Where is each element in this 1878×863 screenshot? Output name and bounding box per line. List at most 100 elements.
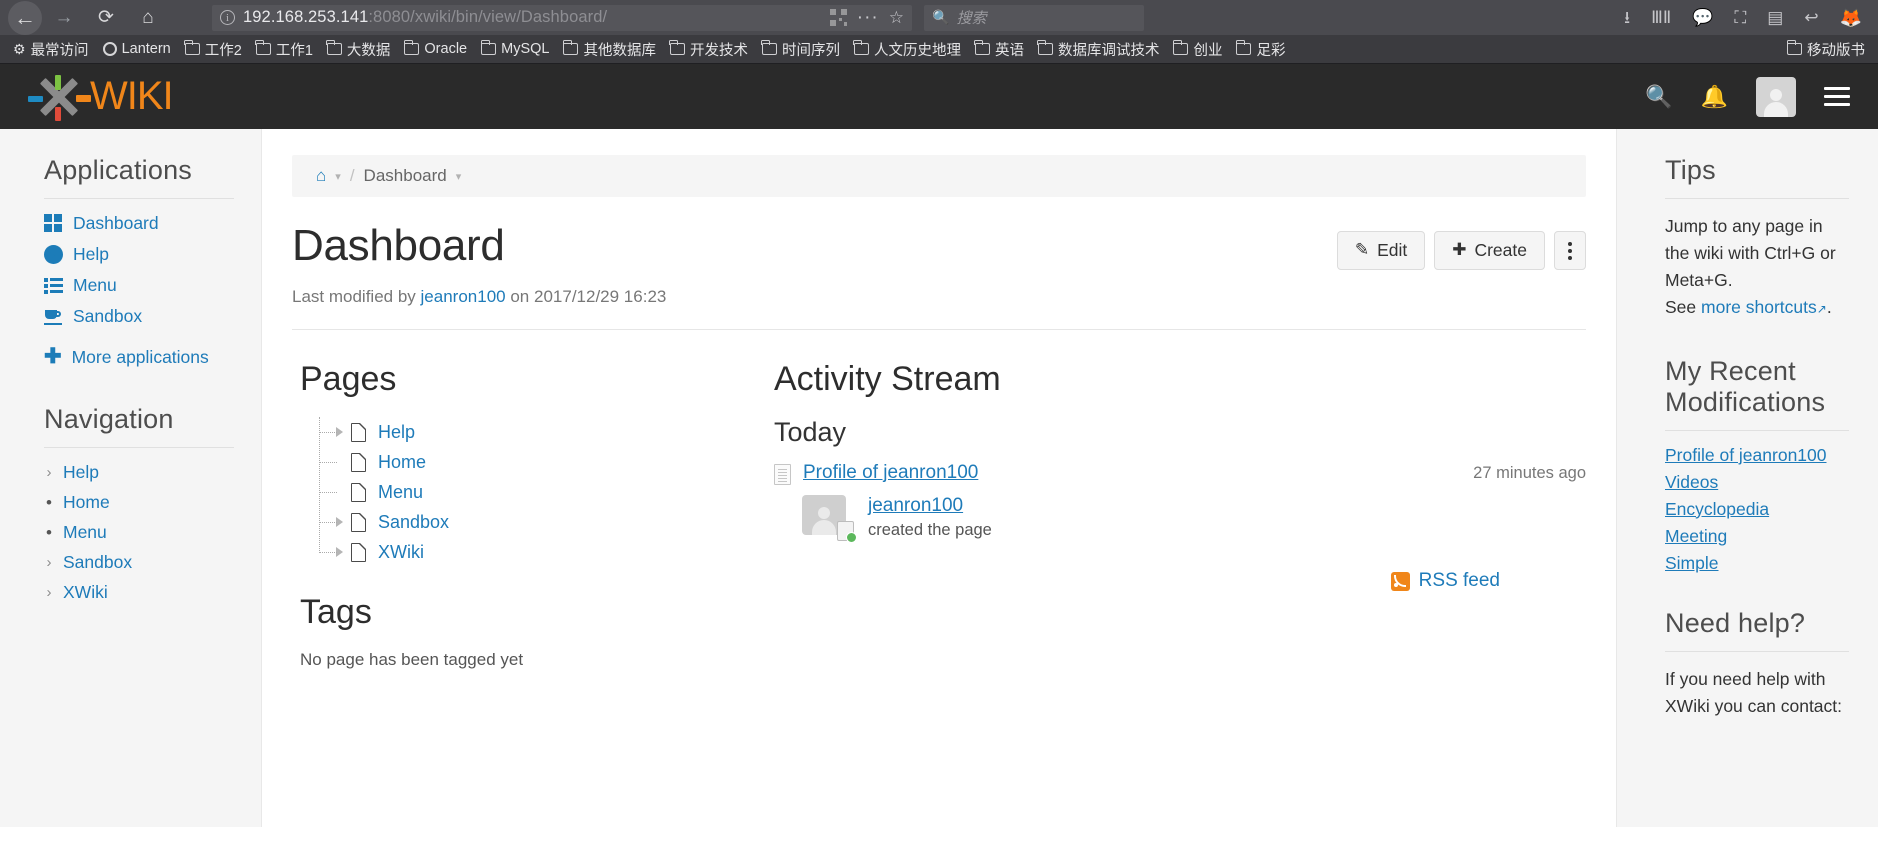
- more-shortcuts-link[interactable]: more shortcuts: [1701, 297, 1817, 317]
- firefox-account-icon[interactable]: 🦊: [1840, 9, 1862, 27]
- tags-section: Tags No page has been tagged yet: [300, 593, 762, 670]
- bookmark-item[interactable]: 其他数据库: [556, 39, 663, 60]
- bookmark-item[interactable]: 足彩: [1229, 39, 1292, 60]
- site-info-icon[interactable]: i: [220, 10, 235, 25]
- home-icon[interactable]: ⌂: [316, 166, 326, 186]
- sidebar-item-sandbox[interactable]: Sandbox: [44, 306, 261, 327]
- tips-see-label: See: [1665, 297, 1697, 318]
- forward-button[interactable]: →: [44, 2, 84, 34]
- recent-item-link[interactable]: Meeting: [1665, 526, 1848, 547]
- url-text: 192.168.253.141:8080/xwiki/bin/view/Dash…: [243, 8, 607, 27]
- bookmark-item[interactable]: 人文历史地理: [847, 39, 968, 60]
- main-menu-icon[interactable]: [1824, 87, 1850, 106]
- last-modified-user-link[interactable]: jeanron100: [421, 287, 506, 306]
- nav-item-menu[interactable]: • Menu: [44, 522, 261, 543]
- bookmark-item[interactable]: 英语: [968, 39, 1031, 60]
- more-applications-link[interactable]: ✚ More applications: [44, 345, 261, 369]
- sidebar-icon[interactable]: ▤: [1767, 9, 1783, 26]
- chevron-down-icon[interactable]: ▾: [456, 170, 462, 183]
- bookmark-label: 工作1: [275, 42, 313, 59]
- more-actions-button[interactable]: [1554, 231, 1586, 271]
- activity-user-link[interactable]: jeanron100: [868, 495, 963, 516]
- tree-item[interactable]: Sandbox: [314, 507, 762, 537]
- nav-item-xwiki[interactable]: › XWiki: [44, 582, 261, 603]
- chevron-down-icon[interactable]: ▾: [335, 170, 341, 183]
- rss-feed-link[interactable]: RSS feed: [1419, 570, 1500, 592]
- chevron-right-icon[interactable]: ›: [44, 464, 54, 481]
- tree-item-label[interactable]: Home: [378, 452, 426, 473]
- folder-icon: [255, 40, 271, 55]
- expand-triangle-icon[interactable]: [336, 517, 343, 527]
- breadcrumb: ⌂ ▾ / Dashboard ▾: [292, 155, 1586, 197]
- tree-item-label[interactable]: Sandbox: [378, 512, 449, 533]
- address-bar[interactable]: i 192.168.253.141:8080/xwiki/bin/view/Da…: [212, 4, 912, 31]
- recent-item-link[interactable]: Simple: [1665, 553, 1848, 574]
- tips-body-text: Jump to any page in the wiki with Ctrl+G…: [1665, 216, 1836, 291]
- library-icon[interactable]: ⅢⅡ: [1651, 9, 1671, 26]
- bookmark-item[interactable]: MySQL: [474, 40, 556, 57]
- browser-search-bar[interactable]: 🔍 搜索: [924, 4, 1144, 31]
- tree-item-label[interactable]: Menu: [378, 482, 423, 503]
- nav-item-sandbox[interactable]: › Sandbox: [44, 552, 261, 573]
- undo-icon[interactable]: ↩: [1804, 9, 1818, 26]
- notifications-bell-icon[interactable]: 🔔: [1701, 85, 1728, 108]
- sidebar-item-help[interactable]: ? Help: [44, 244, 261, 265]
- qr-code-icon[interactable]: [829, 9, 847, 26]
- nav-item-home[interactable]: • Home: [44, 492, 261, 513]
- home-button[interactable]: ⌂: [128, 2, 168, 34]
- document-icon: [351, 422, 366, 442]
- chevron-right-icon[interactable]: ›: [44, 584, 54, 601]
- recent-item-link[interactable]: Videos: [1665, 472, 1848, 493]
- activity-entry-title-link[interactable]: Profile of jeanron100: [803, 462, 978, 484]
- bookmark-item[interactable]: 大数据: [320, 39, 398, 60]
- activity-entry-time: 27 minutes ago: [1473, 464, 1586, 482]
- tree-item-label[interactable]: Help: [378, 422, 415, 443]
- back-button[interactable]: ←: [8, 0, 42, 35]
- bookmark-item[interactable]: ⚙ 最常访问: [6, 39, 96, 60]
- create-button[interactable]: ✚ Create: [1434, 231, 1545, 271]
- recent-item-link[interactable]: Encyclopedia: [1665, 499, 1848, 520]
- tree-item[interactable]: Home: [314, 447, 762, 477]
- bookmark-item[interactable]: Oracle: [397, 40, 474, 57]
- bookmark-overflow-item[interactable]: 移动版书: [1780, 39, 1872, 60]
- bookmark-item[interactable]: 数据库调试技术: [1031, 39, 1167, 60]
- page-actions-icon[interactable]: ···: [857, 8, 879, 27]
- breadcrumb-current[interactable]: Dashboard: [364, 166, 447, 186]
- breadcrumb-separator: /: [349, 166, 355, 185]
- bookmark-item[interactable]: Lantern: [96, 41, 178, 57]
- screenshot-icon[interactable]: ⛶: [1734, 9, 1746, 26]
- tree-item[interactable]: Help: [314, 417, 762, 447]
- xwiki-x-mark-icon: [28, 74, 91, 121]
- edit-button[interactable]: ✎ Edit: [1336, 231, 1426, 271]
- bookmark-overflow-label: 移动版书: [1807, 42, 1865, 59]
- recent-item-link[interactable]: Profile of jeanron100: [1665, 445, 1848, 466]
- browser-chrome: ← → ⟳ ⌂ i 192.168.253.141:8080/xwiki/bin…: [0, 0, 1878, 64]
- activity-action-text: created the page: [868, 521, 992, 539]
- bookmark-label: 大数据: [346, 42, 391, 59]
- bookmark-item[interactable]: 工作1: [249, 39, 320, 60]
- bookmark-star-icon[interactable]: ☆: [889, 8, 904, 28]
- nav-item-help[interactable]: › Help: [44, 462, 261, 483]
- sidebar-item-dashboard[interactable]: Dashboard: [44, 213, 261, 234]
- plus-icon: ✚: [1452, 240, 1467, 260]
- tree-item-label[interactable]: XWiki: [378, 542, 424, 563]
- expand-triangle-icon[interactable]: [336, 427, 343, 437]
- sidebar-item-menu[interactable]: Menu: [44, 275, 261, 296]
- xwiki-logo[interactable]: WIKI: [28, 74, 174, 121]
- expand-triangle-icon[interactable]: [336, 547, 343, 557]
- download-icon[interactable]: ⭳: [1624, 9, 1630, 26]
- pocket-icon[interactable]: 💬: [1692, 9, 1713, 26]
- bookmark-item[interactable]: 时间序列: [755, 39, 847, 60]
- chevron-right-icon[interactable]: ›: [44, 554, 54, 571]
- bookmark-item[interactable]: 工作2: [178, 39, 249, 60]
- vertical-dots-icon: [1568, 241, 1572, 260]
- user-avatar[interactable]: [1756, 76, 1796, 117]
- search-icon[interactable]: 🔍: [1645, 85, 1672, 108]
- plus-icon: ✚: [44, 345, 62, 369]
- bookmark-label: 时间序列: [781, 42, 840, 59]
- bookmark-item[interactable]: 开发技术: [663, 39, 755, 60]
- bookmark-item[interactable]: 创业: [1166, 39, 1229, 60]
- tree-item[interactable]: Menu: [314, 477, 762, 507]
- reload-button[interactable]: ⟳: [86, 2, 126, 34]
- tree-item[interactable]: XWiki: [314, 537, 762, 567]
